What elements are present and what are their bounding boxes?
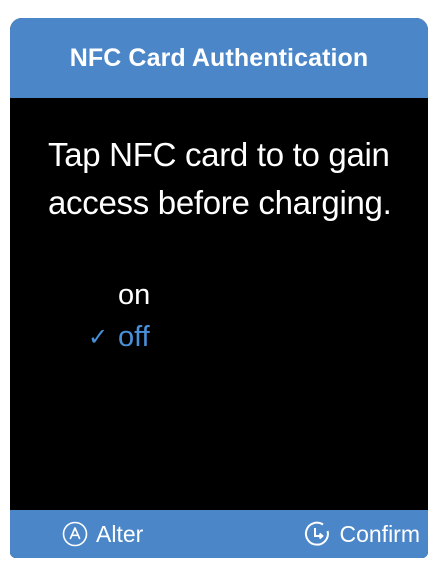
- option-off[interactable]: ✓ off: [88, 316, 288, 358]
- device-screen: NFC Card Authentication Tap NFC card to …: [10, 18, 428, 558]
- alter-label: Alter: [96, 520, 144, 547]
- alter-button[interactable]: Alter: [62, 510, 143, 558]
- option-on-label: on: [118, 278, 151, 311]
- confirm-button[interactable]: Confirm: [303, 510, 420, 558]
- option-list: on ✓ off: [88, 274, 288, 358]
- clock-enter-icon: [305, 521, 330, 546]
- instruction-line-2: access before charging.: [48, 184, 392, 221]
- title-bar: NFC Card Authentication: [10, 18, 428, 98]
- option-off-label: off: [118, 320, 150, 353]
- option-on[interactable]: on: [88, 274, 288, 316]
- softkey-bar: Alter Confirm: [10, 510, 428, 558]
- circle-a-icon: [62, 521, 88, 547]
- instruction-line-1: Tap NFC card to to gain: [48, 136, 390, 173]
- instruction-text: Tap NFC card to to gain access before ch…: [48, 131, 428, 227]
- confirm-label: Confirm: [339, 520, 420, 547]
- page-title: NFC Card Authentication: [69, 43, 369, 72]
- checkmark-icon: ✓: [88, 323, 109, 351]
